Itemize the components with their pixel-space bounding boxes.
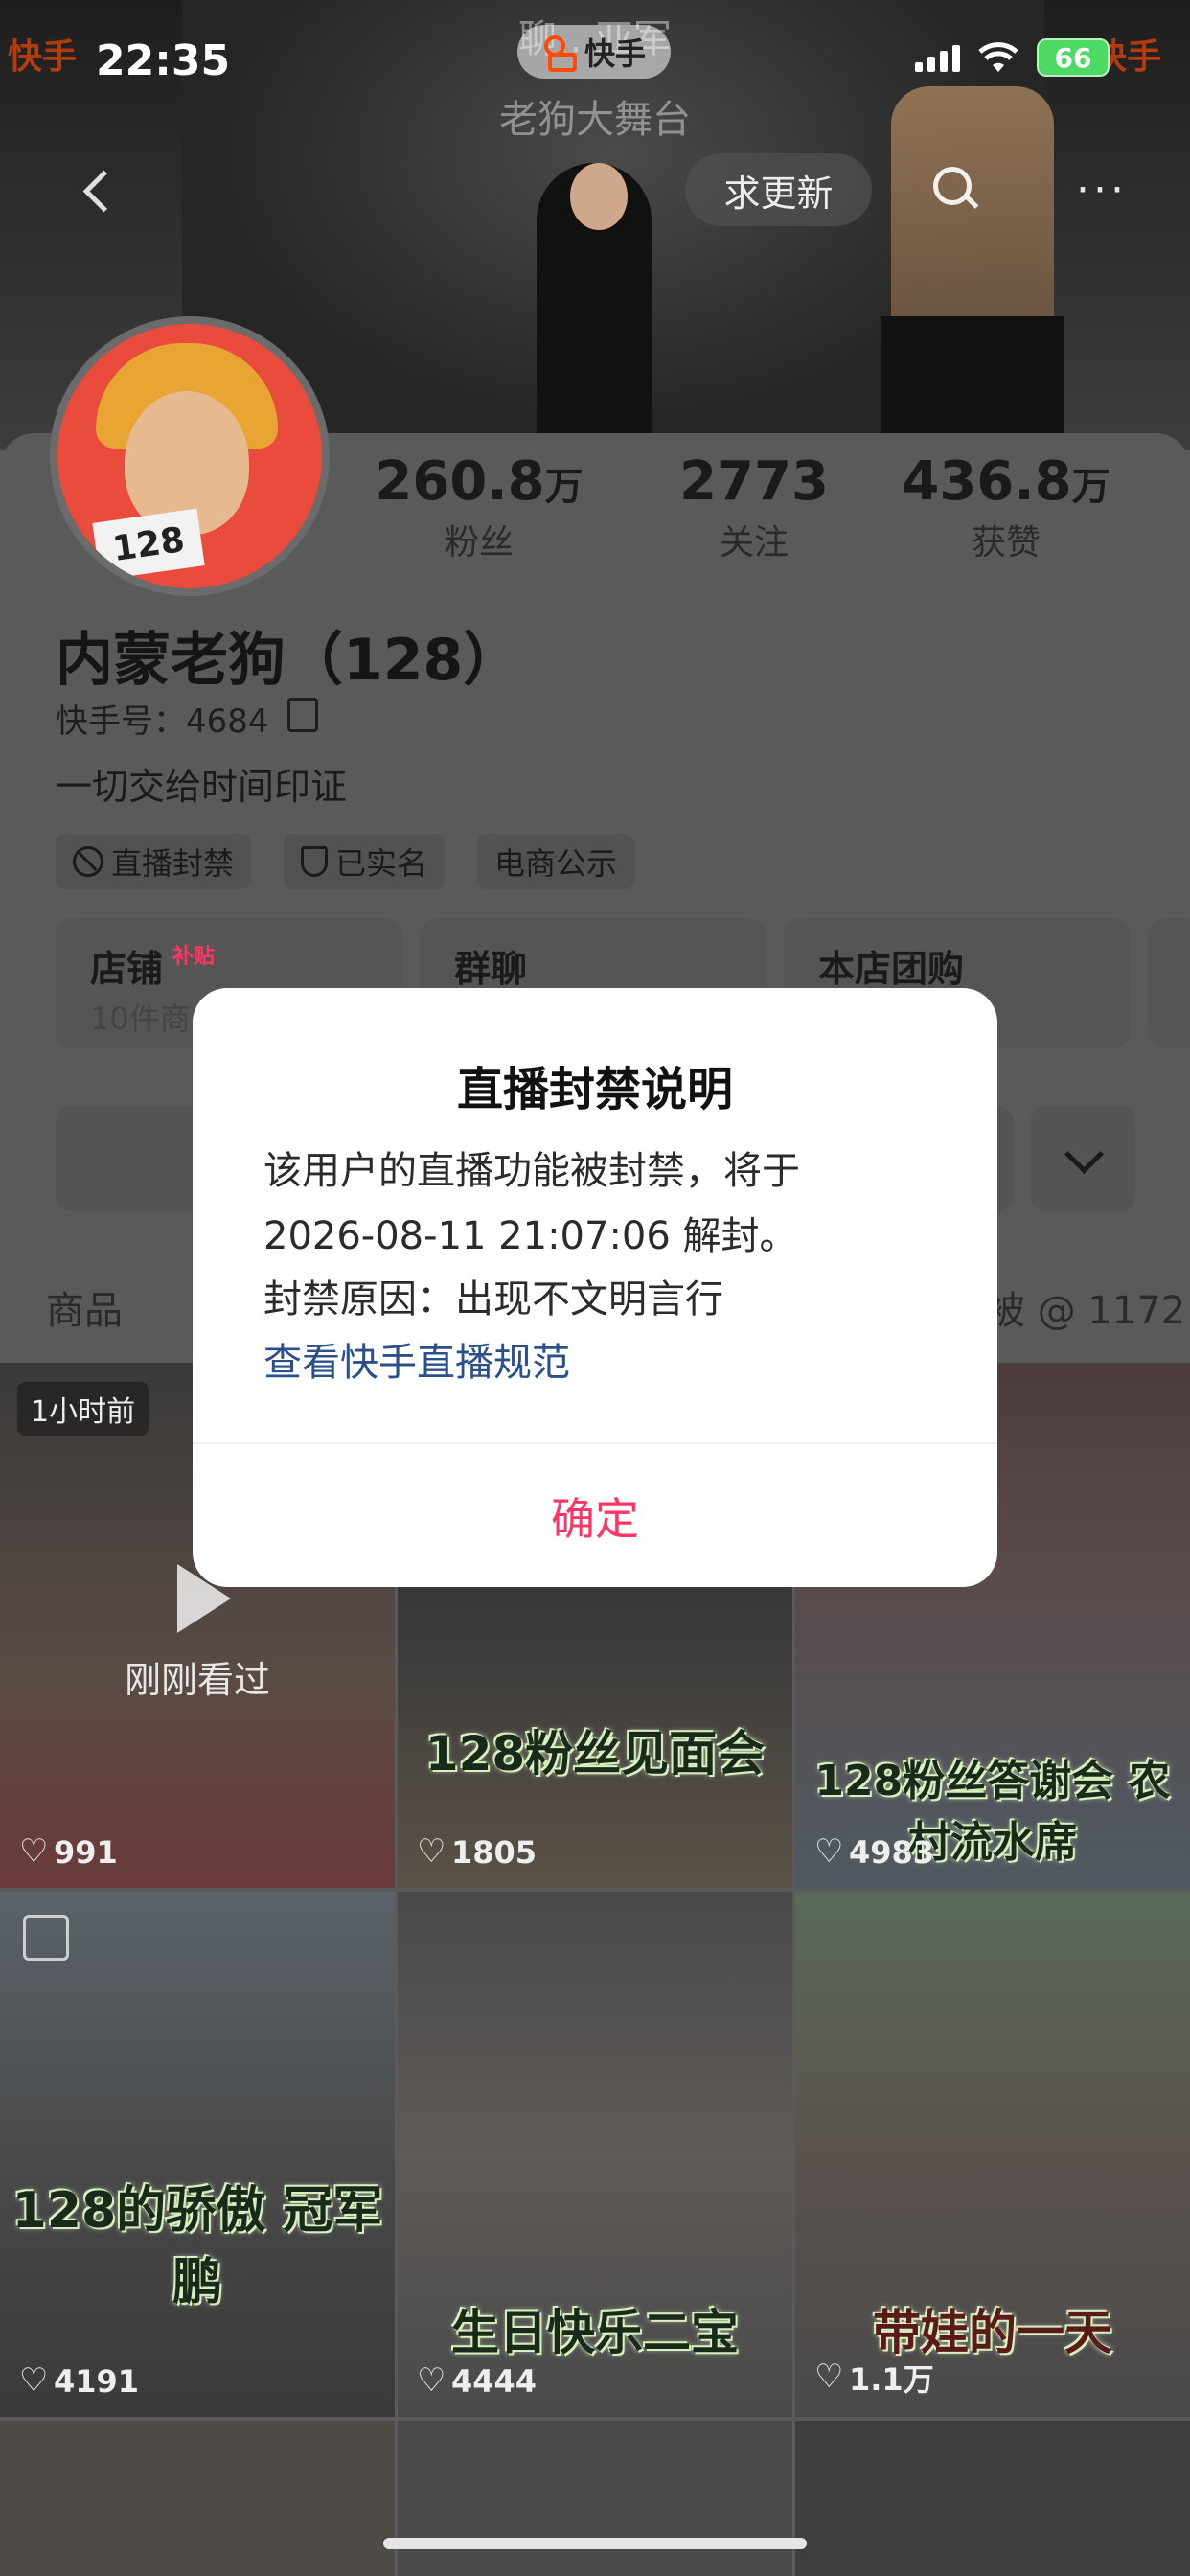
tag-ecommerce-label: 电商公示 bbox=[494, 845, 618, 882]
stat-likes-unit: 万 bbox=[1071, 465, 1110, 509]
tag-live-banned[interactable]: 直播封禁 bbox=[56, 834, 252, 889]
home-indicator[interactable] bbox=[383, 2538, 807, 2549]
heart-icon bbox=[814, 1832, 843, 1871]
live-rules-link[interactable]: 查看快手直播规范 bbox=[263, 1331, 570, 1387]
video-tile-7[interactable] bbox=[0, 2421, 395, 2576]
tag-live-banned-label: 直播封禁 bbox=[111, 845, 235, 882]
avatar[interactable]: 128 bbox=[50, 316, 330, 596]
heart-icon bbox=[19, 1832, 48, 1871]
avatar-sign: 128 bbox=[92, 508, 205, 581]
chevron-down-icon[interactable] bbox=[1030, 1106, 1135, 1211]
kuaishou-id: 快手号：4684 bbox=[56, 702, 269, 741]
profile-name: 内蒙老狗（128） bbox=[56, 627, 521, 694]
video-caption: 生日快乐二宝 bbox=[451, 2305, 739, 2360]
more-icon[interactable]: ··· bbox=[1064, 153, 1140, 226]
stat-followers[interactable]: 260.8万 粉丝 bbox=[359, 450, 599, 564]
video-caption: 128粉丝见面会 bbox=[424, 1726, 766, 1782]
tag-verified[interactable]: 已实名 bbox=[284, 834, 446, 889]
status-icons: 66 bbox=[915, 38, 1110, 77]
heart-icon bbox=[417, 1832, 446, 1871]
video-caption: 带娃的一天 bbox=[873, 2305, 1112, 2360]
stat-following-value: 2773 bbox=[679, 450, 829, 513]
stat-following[interactable]: 2773 关注 bbox=[634, 450, 874, 564]
video-tile-5[interactable]: 生日快乐二宝 4444 bbox=[398, 1892, 792, 2417]
dialog-line-1: 该用户的直播功能被封禁，将于 bbox=[263, 1149, 800, 1193]
video-tile-6[interactable]: 带娃的一天 1.1万 bbox=[795, 1892, 1190, 2417]
tab-goods[interactable]: 商品 bbox=[46, 1279, 123, 1335]
video-tile-8[interactable] bbox=[398, 2421, 792, 2576]
shortcut-shop-title: 店铺 补贴 bbox=[90, 945, 216, 990]
wifi-icon bbox=[978, 42, 1018, 72]
video-likes: 4191 bbox=[19, 2361, 139, 2400]
confirm-button[interactable]: 确定 bbox=[193, 1444, 997, 1587]
tab-mentioned[interactable]: 被 @ 1172 bbox=[987, 1279, 1185, 1335]
stat-following-label: 关注 bbox=[719, 523, 789, 563]
tag-verified-label: 已实名 bbox=[335, 845, 428, 882]
status-time: 22:35 bbox=[96, 36, 231, 85]
signal-icon bbox=[915, 43, 960, 72]
search-icon[interactable] bbox=[922, 157, 989, 224]
stat-followers-label: 粉丝 bbox=[444, 523, 514, 563]
banner-text-line2: 老狗大舞台 bbox=[499, 98, 691, 142]
stat-likes-label: 获赞 bbox=[971, 523, 1041, 563]
shortcut-group-buy-title: 本店团购 bbox=[818, 948, 965, 990]
video-caption: 128的骄傲 冠军鹏 bbox=[11, 2182, 383, 2312]
stat-likes[interactable]: 436.8万 获赞 bbox=[886, 450, 1126, 564]
app-pill: 快手 bbox=[517, 25, 671, 79]
stat-followers-value: 260.8 bbox=[375, 450, 545, 513]
video-likes: 4444 bbox=[417, 2361, 537, 2400]
ban-icon bbox=[73, 846, 103, 877]
app-pill-label: 快手 bbox=[584, 35, 646, 72]
heart-icon bbox=[19, 2361, 48, 2400]
shield-check-icon bbox=[301, 846, 328, 877]
video-likes: 1805 bbox=[417, 1832, 537, 1871]
corner-logo-left: 快手 bbox=[8, 37, 78, 77]
kuaishou-logo-icon bbox=[542, 35, 577, 72]
video-likes: 4983 bbox=[814, 1832, 934, 1871]
video-likes: 991 bbox=[19, 1832, 118, 1871]
video-tile-9[interactable] bbox=[795, 2421, 1190, 2576]
shortcut-group-chat-title: 群聊 bbox=[454, 948, 528, 990]
video-likes: 1.1万 bbox=[814, 2356, 934, 2400]
heart-icon bbox=[417, 2361, 446, 2400]
watched-label: 刚刚看过 bbox=[124, 1659, 270, 1701]
stat-followers-unit: 万 bbox=[544, 465, 584, 509]
video-tile-4[interactable]: 128的骄傲 冠军鹏 4191 bbox=[0, 1892, 395, 2417]
banner-trophy-base bbox=[881, 316, 1064, 450]
heart-icon bbox=[814, 2358, 843, 2396]
request-update-button[interactable]: 求更新 bbox=[685, 153, 872, 226]
back-icon[interactable] bbox=[72, 163, 129, 220]
dialog-line-2: 2026-08-11 21:07:06 解封。 bbox=[263, 1214, 798, 1258]
shortcut-shop-subtitle: 10件商 bbox=[90, 1000, 191, 1037]
profile-bio: 一切交给时间印证 bbox=[56, 766, 348, 808]
image-post-icon bbox=[23, 1915, 69, 1961]
tag-ecommerce[interactable]: 电商公示 bbox=[477, 834, 635, 889]
dialog-ban-reason: 封禁原因：出现不文明言行 bbox=[263, 1277, 723, 1322]
dialog-title: 直播封禁说明 bbox=[456, 1063, 733, 1116]
copy-icon[interactable] bbox=[287, 698, 318, 732]
shortcut-more[interactable] bbox=[1148, 918, 1190, 1048]
time-badge: 1小时前 bbox=[17, 1382, 149, 1436]
battery-icon: 66 bbox=[1037, 38, 1110, 77]
banner-person-head bbox=[570, 163, 628, 230]
ban-dialog: 直播封禁说明 该用户的直播功能被封禁，将于 2026-08-11 21:07:0… bbox=[193, 988, 997, 1587]
subsidy-badge: 补贴 bbox=[172, 945, 216, 969]
stat-likes-value: 436.8 bbox=[902, 450, 1072, 513]
